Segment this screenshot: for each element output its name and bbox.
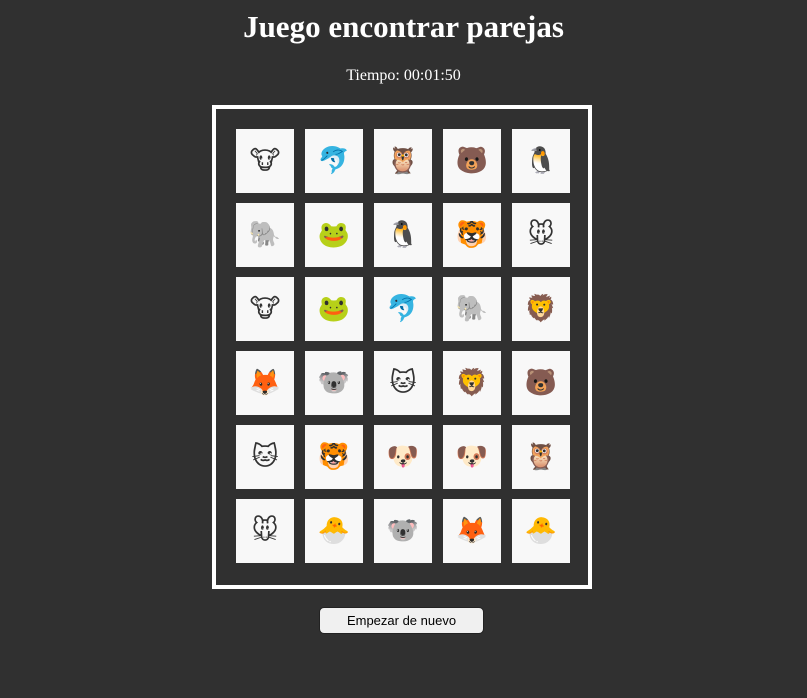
memory-card[interactable]: 🐬 <box>374 277 432 341</box>
memory-card[interactable]: 🐘 <box>443 277 501 341</box>
lion-icon: 🦁 <box>455 368 489 398</box>
hatching-chick-icon: 🐣 <box>317 516 351 546</box>
game-board: 🐮 🐬 🦉 🐻 🐧 🐘 🐸 🐧 🐯 🐭 🐮 🐸 🐬 🐘 🦁 🦊 🐨 🐱 🦁 🐻 🐱 🐯 🐶 🐶 🦉 🐭 🐣 🐨 🦊 🐣 <box>212 105 592 589</box>
owl-icon: 🦉 <box>386 146 420 176</box>
koala-icon: 🐨 <box>386 516 420 546</box>
memory-card[interactable]: 🐮 <box>236 277 294 341</box>
tiger-icon: 🐯 <box>455 220 489 250</box>
memory-card[interactable]: 🐻 <box>512 351 570 415</box>
memory-card[interactable]: 🦊 <box>236 351 294 415</box>
memory-card[interactable]: 🦉 <box>512 425 570 489</box>
restart-button[interactable]: Empezar de nuevo <box>319 607 484 634</box>
timer-label: Tiempo: 00:01:50 <box>346 67 461 84</box>
memory-card[interactable]: 🐶 <box>374 425 432 489</box>
bear-icon: 🐻 <box>524 368 558 398</box>
penguin-icon: 🐧 <box>386 220 420 250</box>
memory-card[interactable]: 🐸 <box>305 277 363 341</box>
lion-icon: 🦁 <box>524 294 558 324</box>
frog-icon: 🐸 <box>317 220 351 250</box>
memory-card[interactable]: 🐯 <box>443 203 501 267</box>
memory-card[interactable]: 🐭 <box>512 203 570 267</box>
frog-icon: 🐸 <box>317 294 351 324</box>
memory-card[interactable]: 🦁 <box>512 277 570 341</box>
dolphin-icon: 🐬 <box>317 146 351 176</box>
memory-card[interactable]: 🐮 <box>236 129 294 193</box>
dog-icon: 🐶 <box>386 442 420 472</box>
memory-card[interactable]: 🐭 <box>236 499 294 563</box>
penguin-icon: 🐧 <box>524 146 558 176</box>
memory-card[interactable]: 🐧 <box>512 129 570 193</box>
cow-icon: 🐮 <box>249 294 281 324</box>
memory-card[interactable]: 🐯 <box>305 425 363 489</box>
fox-icon: 🦊 <box>248 368 282 398</box>
memory-card[interactable]: 🐱 <box>374 351 432 415</box>
page-title: Juego encontrar parejas <box>243 9 564 44</box>
memory-card[interactable]: 🐻 <box>443 129 501 193</box>
memory-card[interactable]: 🦁 <box>443 351 501 415</box>
bear-icon: 🐻 <box>455 146 489 176</box>
hatching-chick-icon: 🐣 <box>524 516 558 546</box>
memory-card[interactable]: 🐣 <box>512 499 570 563</box>
mouse-icon: 🐭 <box>527 220 555 250</box>
cow-icon: 🐮 <box>249 146 281 176</box>
dolphin-icon: 🐬 <box>386 294 420 324</box>
cat-icon: 🐱 <box>389 368 417 398</box>
memory-card[interactable]: 🐨 <box>305 351 363 415</box>
owl-icon: 🦉 <box>524 442 558 472</box>
memory-card[interactable]: 🐬 <box>305 129 363 193</box>
koala-icon: 🐨 <box>317 368 351 398</box>
fox-icon: 🦊 <box>455 516 489 546</box>
dog-icon: 🐶 <box>455 442 489 472</box>
memory-card[interactable]: 🐱 <box>236 425 294 489</box>
elephant-icon: 🐘 <box>455 294 489 324</box>
card-grid: 🐮 🐬 🦉 🐻 🐧 🐘 🐸 🐧 🐯 🐭 🐮 🐸 🐬 🐘 🦁 🦊 🐨 🐱 🦁 🐻 🐱 🐯 🐶 🐶 🦉 🐭 🐣 🐨 🦊 🐣 <box>236 129 570 563</box>
memory-card[interactable]: 🦉 <box>374 129 432 193</box>
memory-card[interactable]: 🐧 <box>374 203 432 267</box>
elephant-icon: 🐘 <box>248 220 282 250</box>
cat-icon: 🐱 <box>251 442 279 472</box>
tiger-icon: 🐯 <box>317 442 351 472</box>
memory-card[interactable]: 🦊 <box>443 499 501 563</box>
memory-card[interactable]: 🐶 <box>443 425 501 489</box>
memory-card[interactable]: 🐘 <box>236 203 294 267</box>
mouse-icon: 🐭 <box>251 516 279 546</box>
memory-card[interactable]: 🐣 <box>305 499 363 563</box>
memory-card[interactable]: 🐸 <box>305 203 363 267</box>
memory-card[interactable]: 🐨 <box>374 499 432 563</box>
